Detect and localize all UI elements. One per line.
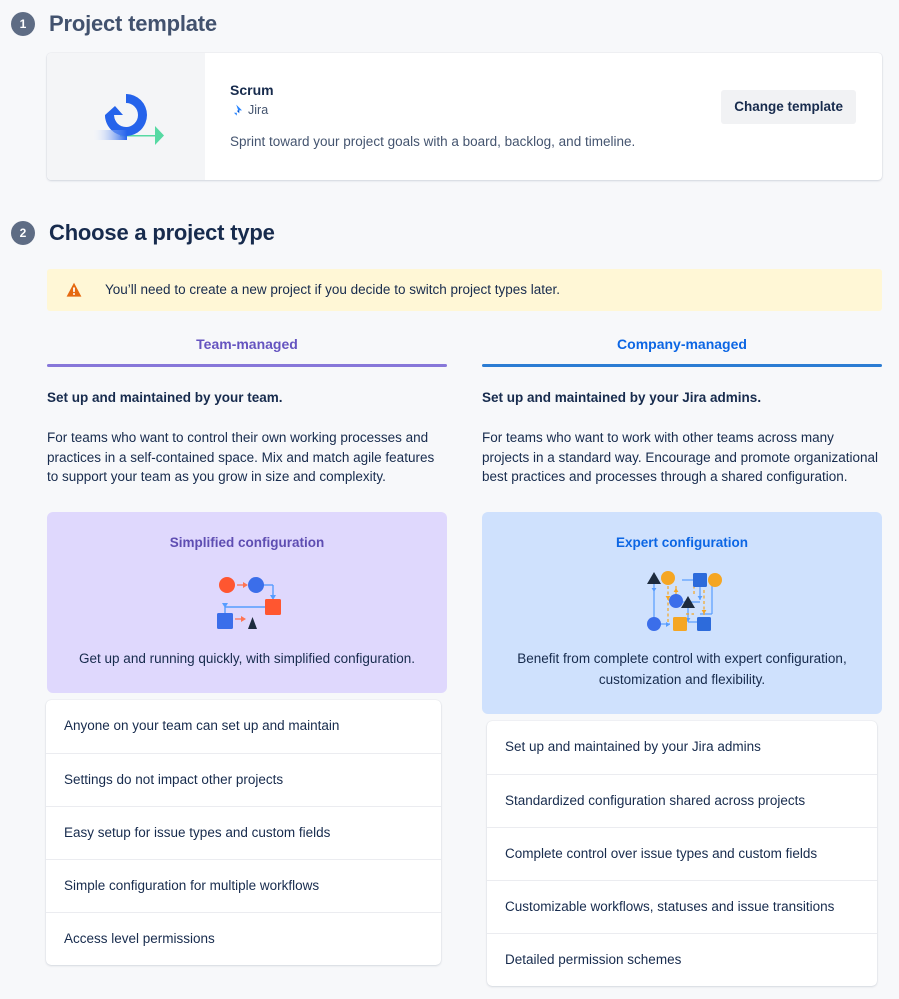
warning-banner: You’ll need to create a new project if y…	[47, 269, 882, 311]
warning-text: You’ll need to create a new project if y…	[105, 282, 561, 297]
section-header-project-type: 2 Choose a project type	[11, 220, 275, 246]
list-item: Complete control over issue types and cu…	[487, 826, 877, 880]
template-thumbnail	[47, 53, 205, 180]
simplified-workflow-diagram	[65, 564, 429, 639]
scrum-loop-arrow-icon	[91, 93, 164, 145]
section-title-choose-project-type: Choose a project type	[49, 220, 275, 245]
template-card: Scrum Jira Sprint toward your project go…	[47, 53, 882, 180]
simplified-workflow-diagram-icon	[217, 577, 281, 629]
template-description: Sprint toward your project goals with a …	[230, 134, 636, 149]
page-title: Project template	[49, 11, 217, 36]
list-item: Settings do not impact other projects	[46, 752, 441, 806]
tab-company-managed[interactable]: Company-managed	[482, 335, 882, 364]
expert-workflow-diagram	[500, 564, 864, 639]
config-subtitle-simplified: Get up and running quickly, with simplif…	[79, 650, 415, 666]
config-title-simplified: Simplified configuration	[169, 534, 325, 550]
step-badge-1: 1	[11, 12, 35, 36]
column-heading-company: Set up and maintained by your Jira admin…	[482, 390, 762, 405]
project-type-columns: Team-managed Set up and maintained by yo…	[46, 335, 882, 986]
list-item: Standardized configuration shared across…	[487, 773, 877, 827]
section-header-project-template: 1 Project template	[11, 11, 217, 37]
column-description-company: For teams who want to work with other te…	[482, 430, 878, 484]
tab-underline-company-managed	[482, 364, 882, 367]
tab-underline-team-managed	[47, 364, 447, 367]
list-item: Simple configuration for multiple workfl…	[46, 858, 441, 912]
column-team-managed: Team-managed Set up and maintained by yo…	[46, 335, 447, 986]
project-type-selection-page: 1 Project template Scrum Jira Sprint tow…	[0, 0, 899, 999]
list-item: Set up and maintained by your Jira admin…	[505, 739, 761, 754]
template-details: Scrum Jira Sprint toward your project go…	[205, 53, 882, 180]
tab-team-managed[interactable]: Team-managed	[47, 335, 447, 364]
column-company-managed: Company-managed Set up and maintained by…	[482, 335, 882, 986]
template-product-label: Jira	[248, 103, 269, 117]
list-item: Detailed permission schemes	[487, 932, 877, 986]
config-card-simplified: Simplified configuration Get up and runn…	[47, 511, 447, 693]
config-title-expert: Expert configuration	[615, 534, 748, 550]
list-item: Easy setup for issue types and custom fi…	[46, 805, 441, 859]
list-item: Access level permissions	[46, 911, 441, 965]
change-template-button[interactable]: Change template	[721, 90, 856, 124]
jira-icon	[231, 104, 242, 116]
list-item: Customizable workflows, statuses and iss…	[487, 879, 877, 933]
warning-triangle-icon	[66, 282, 82, 297]
config-subtitle-expert: Benefit from complete control with exper…	[517, 650, 847, 687]
config-card-expert: Expert configuration Benefit from comple…	[482, 511, 882, 714]
feature-list-company-managed: Set up and maintained by your Jira admin…	[487, 720, 877, 986]
expert-workflow-diagram-icon	[647, 571, 722, 631]
list-item: Anyone on your team can set up and maint…	[64, 718, 340, 733]
step-badge-2: 2	[11, 221, 35, 245]
feature-list-team-managed: Anyone on your team can set up and maint…	[46, 699, 441, 965]
column-heading-team: Set up and maintained by your team.	[47, 390, 283, 405]
column-description-team: For teams who want to control their own …	[47, 430, 435, 484]
